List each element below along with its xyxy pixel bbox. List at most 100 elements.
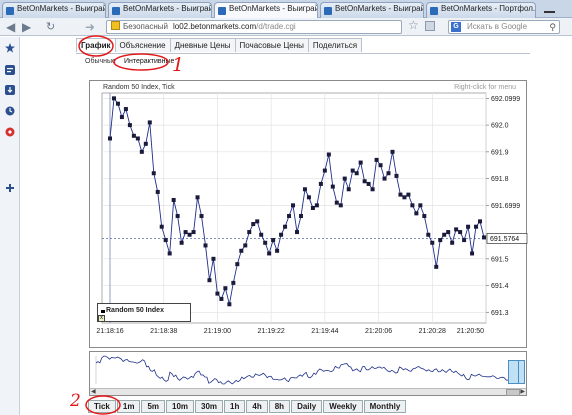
tick-point <box>434 264 439 269</box>
search-input[interactable]: G Искать в Google ⚲ <box>448 20 560 34</box>
tick-point <box>175 214 180 219</box>
tick-point <box>374 157 379 162</box>
favicon-icon <box>6 7 14 15</box>
bookmark-star-icon[interactable]: ☆ <box>408 19 419 32</box>
tick-point <box>338 203 343 208</box>
note-icon[interactable] <box>5 65 15 75</box>
interval-10m-button[interactable]: 10m <box>166 400 195 413</box>
annotation-number-two: 2 <box>70 391 81 411</box>
interval-1m-button[interactable]: 1m <box>116 400 141 413</box>
interval-tick-button[interactable]: Tick <box>88 400 116 413</box>
interval-4h-button[interactable]: 4h <box>246 400 268 413</box>
tick-point <box>450 240 455 245</box>
scroll-right-icon[interactable]: ▶ <box>520 388 525 395</box>
x-tick-label: 21:20:50 <box>457 328 484 335</box>
browser-tab-label: BetOnMarkets - Выиграй... <box>335 4 424 13</box>
browser-toolbar: ◀ ▶ ↻ ➜ Безопасный lo02.betonmarkets.com/… <box>0 18 572 36</box>
tick-point <box>108 136 112 141</box>
tick-point <box>275 248 280 253</box>
browser-tab[interactable]: BetOnMarkets - Выиграй... <box>320 2 424 18</box>
chart-navigator[interactable]: ◀ ▶ <box>89 351 527 396</box>
tick-point <box>414 211 419 216</box>
tick-point <box>394 173 399 178</box>
browser-tab[interactable]: BetOnMarkets - Выиграй... <box>2 2 106 18</box>
tick-point <box>354 171 359 176</box>
tick-point <box>482 235 486 240</box>
refresh-icon[interactable]: ↻ <box>46 21 55 33</box>
navigator-handle[interactable] <box>518 360 525 384</box>
tick-point <box>223 286 228 291</box>
tab-strip: BetOnMarkets - Выиграй... BetOnMarkets -… <box>0 0 572 19</box>
tick-point <box>310 206 315 210</box>
tick-point <box>302 187 307 192</box>
extension-icon[interactable] <box>425 21 435 31</box>
tick-point <box>386 171 391 176</box>
tick-point <box>422 214 427 219</box>
browser-tab[interactable]: BetOnMarkets - Портфол... <box>426 2 536 18</box>
legend-swatch <box>101 310 105 313</box>
legend-close-icon[interactable]: x <box>98 315 105 322</box>
favicon-icon <box>218 7 226 15</box>
interval-5m-button[interactable]: 5m <box>141 400 165 413</box>
page-tabs: График Объяснение Дневные Цены Почасовые Це… <box>76 38 363 53</box>
browser-tab-label: BetOnMarkets - Выиграй... <box>229 4 318 13</box>
url-path: /d/trade.cgi <box>256 22 296 31</box>
interval-weekly-button[interactable]: Weekly <box>323 400 363 413</box>
tick-point <box>235 262 240 267</box>
subtab-standard[interactable]: Обычные <box>85 58 116 65</box>
y-tick-label: 691.5 <box>491 256 509 263</box>
go-arrow-icon[interactable]: ➜ <box>85 21 95 33</box>
scroll-left-icon[interactable]: ◀ <box>91 388 96 395</box>
address-bar[interactable]: Безопасный lo02.betonmarkets.com/d/trade.… <box>106 20 402 34</box>
y-tick-label: 691.3 <box>491 310 509 317</box>
plus-icon[interactable] <box>5 183 15 193</box>
interval-30m-button[interactable]: 30m <box>195 400 224 413</box>
browser-tab[interactable]: BetOnMarkets - Выиграй... <box>108 2 212 18</box>
tick-point <box>378 163 383 168</box>
tab-chart[interactable]: График <box>76 38 116 52</box>
forward-arrow-icon[interactable]: ▶ <box>22 21 31 33</box>
subtab-interactive[interactable]: Интерактивные <box>124 58 174 65</box>
tick-point <box>330 184 335 189</box>
search-placeholder: Искать в Google <box>467 22 528 31</box>
tick-point <box>139 149 144 154</box>
interval-1h-button[interactable]: 1h <box>224 400 246 413</box>
interval-8h-button[interactable]: 8h <box>268 400 291 413</box>
tick-point <box>410 203 415 208</box>
tick-point <box>123 107 128 112</box>
tab-daily-prices[interactable]: Дневные Цены <box>169 38 236 52</box>
tick-point <box>462 238 467 243</box>
tick-point <box>362 179 367 184</box>
minimize-icon[interactable] <box>544 3 555 13</box>
download-icon[interactable] <box>5 85 15 95</box>
x-tick-label: 21:18:38 <box>150 328 177 335</box>
tick-point <box>219 296 224 301</box>
navigator-scrollbar[interactable]: ◀ ▶ <box>90 388 526 396</box>
chat-icon[interactable] <box>5 127 15 137</box>
interval-daily-button[interactable]: Daily <box>291 400 323 413</box>
tick-point <box>418 203 423 208</box>
back-arrow-icon[interactable]: ◀ <box>6 21 15 33</box>
tick-point <box>314 203 319 208</box>
tick-point <box>334 200 339 205</box>
tick-point <box>239 248 244 253</box>
tick-point <box>191 230 196 235</box>
scroll-thumb[interactable] <box>506 389 520 396</box>
tick-point <box>163 238 168 243</box>
favicon-icon <box>324 7 332 15</box>
annotation-number-one: 1 <box>172 54 185 76</box>
tick-point <box>350 168 355 173</box>
chart-panel[interactable]: Random 50 Index, Tick Right-click for me… <box>89 80 528 348</box>
browser-tab-active[interactable]: BetOnMarkets - Выиграй... <box>214 2 318 19</box>
clock-icon[interactable] <box>5 106 15 116</box>
search-icon[interactable]: ⚲ <box>549 21 556 33</box>
tab-share[interactable]: Поделиться <box>307 38 363 52</box>
star-icon[interactable] <box>5 43 15 53</box>
x-tick-label: 21:20:28 <box>419 328 446 335</box>
interval-monthly-button[interactable]: Monthly <box>363 400 407 413</box>
interval-buttons: Tick 1m 5m 10m 30m 1h 4h 8h Daily Weekly Monthly <box>88 400 407 413</box>
tick-point <box>159 224 164 229</box>
tab-hourly-prices[interactable]: Почасовые Цены <box>234 38 309 52</box>
tab-explanation[interactable]: Объяснение <box>114 38 171 52</box>
tick-point <box>111 96 116 101</box>
